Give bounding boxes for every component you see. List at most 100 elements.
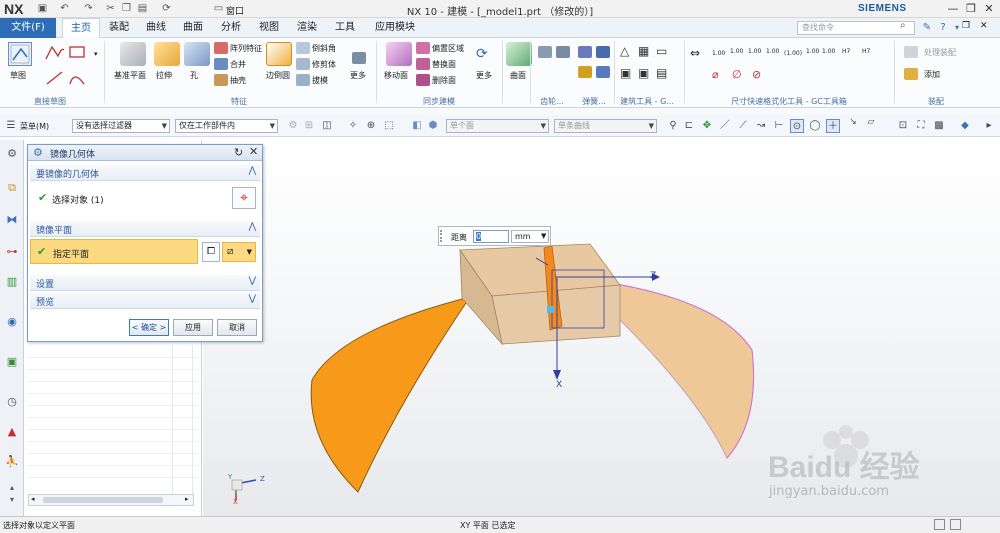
dim-format-1[interactable]: 1.00 [712,50,725,57]
web-browser-icon[interactable]: ◉ [4,314,20,330]
surface-button[interactable]: 曲面 [510,70,526,81]
solid-icon[interactable]: ⬢ [426,119,440,133]
file-menu[interactable]: 文件(F) [0,18,56,38]
endpoint-icon[interactable]: ／ [718,119,732,133]
add-component-button[interactable]: 添加 [924,69,940,80]
midpoint-icon[interactable]: ⟋ [736,119,750,133]
move-face-button[interactable]: 移动面 [384,70,408,81]
specify-plane-row[interactable]: ✔ 指定平面 [30,239,198,264]
drag-handle[interactable] [440,230,448,242]
scroll-right-icon[interactable]: ▸ [185,495,189,503]
restore-button[interactable]: ❐ [962,2,980,16]
intersection-icon[interactable]: ⊢ [772,119,786,133]
crosshair-select-button[interactable]: ⌖ [232,187,256,209]
section-geometry-header[interactable]: 要镜像的几何体 ⋀ [30,165,260,181]
edge-blend-button[interactable]: 边倒圆 [266,70,290,81]
add-component-icon[interactable] [904,68,918,80]
body-icon[interactable]: ◧ [410,119,424,133]
sketch-more-arrow[interactable]: ▾ [94,50,98,58]
curve-rule-select[interactable]: 单条曲线 ▼ [554,119,657,133]
distance-input[interactable]: 0 [473,230,509,243]
roles-icon[interactable]: ⛹ [4,454,20,470]
spring-blue-icon[interactable] [596,46,610,58]
reset-icon[interactable]: ↻ [234,146,243,159]
tab-render[interactable]: 渲染 [292,18,322,38]
quadrant-icon[interactable]: ◯ [808,119,822,133]
selection-scope-select[interactable]: 仅在工作部件内 ▼ [175,119,278,133]
trim-body-button[interactable]: 修剪体 [312,59,336,70]
help-icon[interactable]: ? [936,21,950,35]
dim-format-4[interactable]: 1.00 [766,48,779,55]
unite-icon[interactable] [214,58,228,70]
gear-icon[interactable] [538,46,552,58]
process-assembly-icon[interactable] [904,46,918,58]
snap-icon[interactable]: ✧ [346,119,360,133]
dim-format-3[interactable]: 1.00 [748,48,761,55]
info-icon[interactable]: ✎ [920,21,934,35]
sync-refresh-icon[interactable]: ⟳ [476,46,488,62]
spring-tool-icon[interactable] [596,66,610,78]
section-preview-header[interactable]: 预览 ⋁ [30,293,260,309]
plane-dialog-icon[interactable]: ⧠ [202,242,220,262]
view-orient-icon[interactable]: ⊡ [896,119,910,133]
datum-plane-button[interactable]: 基准平面 [114,70,146,81]
edge-blend-icon[interactable] [266,42,292,66]
scroll-left-icon[interactable]: ◂ [31,495,35,503]
point-on-face-icon[interactable]: ▱ [864,115,878,129]
tolerance-icon[interactable]: ⌀ [712,68,719,81]
control-point-icon[interactable]: ↝ [754,119,768,133]
doc-restore-button[interactable]: ❐ [962,21,970,31]
chevron-down-icon[interactable]: ⋁ [249,276,256,286]
sketch-button[interactable]: 草图 [10,70,26,81]
shell-button[interactable]: 抽壳 [230,75,246,86]
tab-applications[interactable]: 应用模块 [368,18,422,38]
tab-curve[interactable]: 曲线 [141,18,171,38]
section-settings-header[interactable]: 设置 ⋁ [30,275,260,291]
pin-icon[interactable]: ⚲ [666,119,680,133]
search-icon[interactable]: ⌕ [900,20,906,31]
extrude-icon[interactable] [154,42,180,66]
grid-icon[interactable]: ▦ [638,44,649,58]
tab-surface[interactable]: 曲面 [178,18,208,38]
settings-icon[interactable]: ⚙ [4,146,20,162]
pattern-feature-button[interactable]: 阵列特征 [230,43,262,54]
frame3-icon[interactable]: ▤ [656,66,667,80]
status-box2-icon[interactable] [950,519,961,530]
render-style-icon[interactable]: ▩ [932,119,946,133]
arc-icon[interactable] [68,70,86,89]
graphics-viewport[interactable]: Z X Y Z X Baidu 经验 jingyan.baidu.com [203,140,1000,516]
tab-analysis[interactable]: 分析 [216,18,246,38]
spring-yellow-icon[interactable] [578,66,592,78]
dim-format-8[interactable]: H7 [842,48,850,55]
tab-home[interactable]: 主页 [62,18,100,38]
menu-icon[interactable]: ☰ [4,119,18,133]
gear-icon[interactable]: ⚙ [33,146,43,159]
tab-view[interactable]: 视图 [254,18,284,38]
extrude-button[interactable]: 拉伸 [156,70,172,81]
layer-icon[interactable]: ◆ [958,119,972,133]
offset-region-icon[interactable] [416,42,430,54]
tab-tools[interactable]: 工具 [330,18,360,38]
triangle-icon[interactable]: △ [620,44,629,58]
hierarchy-icon[interactable]: ⊏ [682,119,696,133]
move-face-icon[interactable] [386,42,412,66]
constraint-navigator-icon[interactable]: ⧓ [4,212,20,228]
ok-button[interactable]: < 确定 > [129,319,169,336]
selection-filter-select[interactable]: 没有选择过滤器 ▼ [72,119,170,133]
dim-scale-icon[interactable]: ⇔ [690,46,700,60]
cancel-button[interactable]: 取消 [217,319,257,336]
chamfer-icon[interactable] [296,42,310,54]
part-navigator-icon[interactable]: ⊶ [4,244,20,260]
box-icon[interactable]: ▭ [656,44,667,58]
more-features-icon[interactable] [352,52,366,64]
dim-format-2[interactable]: 1.00 [730,48,743,55]
doc-close-button[interactable]: ✕ [980,21,988,31]
unite-button[interactable]: 合并 [230,59,246,70]
snap-point-icon[interactable]: ✥ [700,119,714,133]
unit-select[interactable]: mm ▼ [511,230,549,243]
pattern-feature-icon[interactable] [214,42,228,54]
flip-icon[interactable]: ⊘ [752,68,761,81]
dialog-header[interactable]: ⚙ 镜像几何体 ↻ ✕ [28,145,262,161]
plane-type-dropdown[interactable]: ⧄ ▼ [222,242,256,262]
dim-format-7[interactable]: 1.00 [822,48,835,55]
